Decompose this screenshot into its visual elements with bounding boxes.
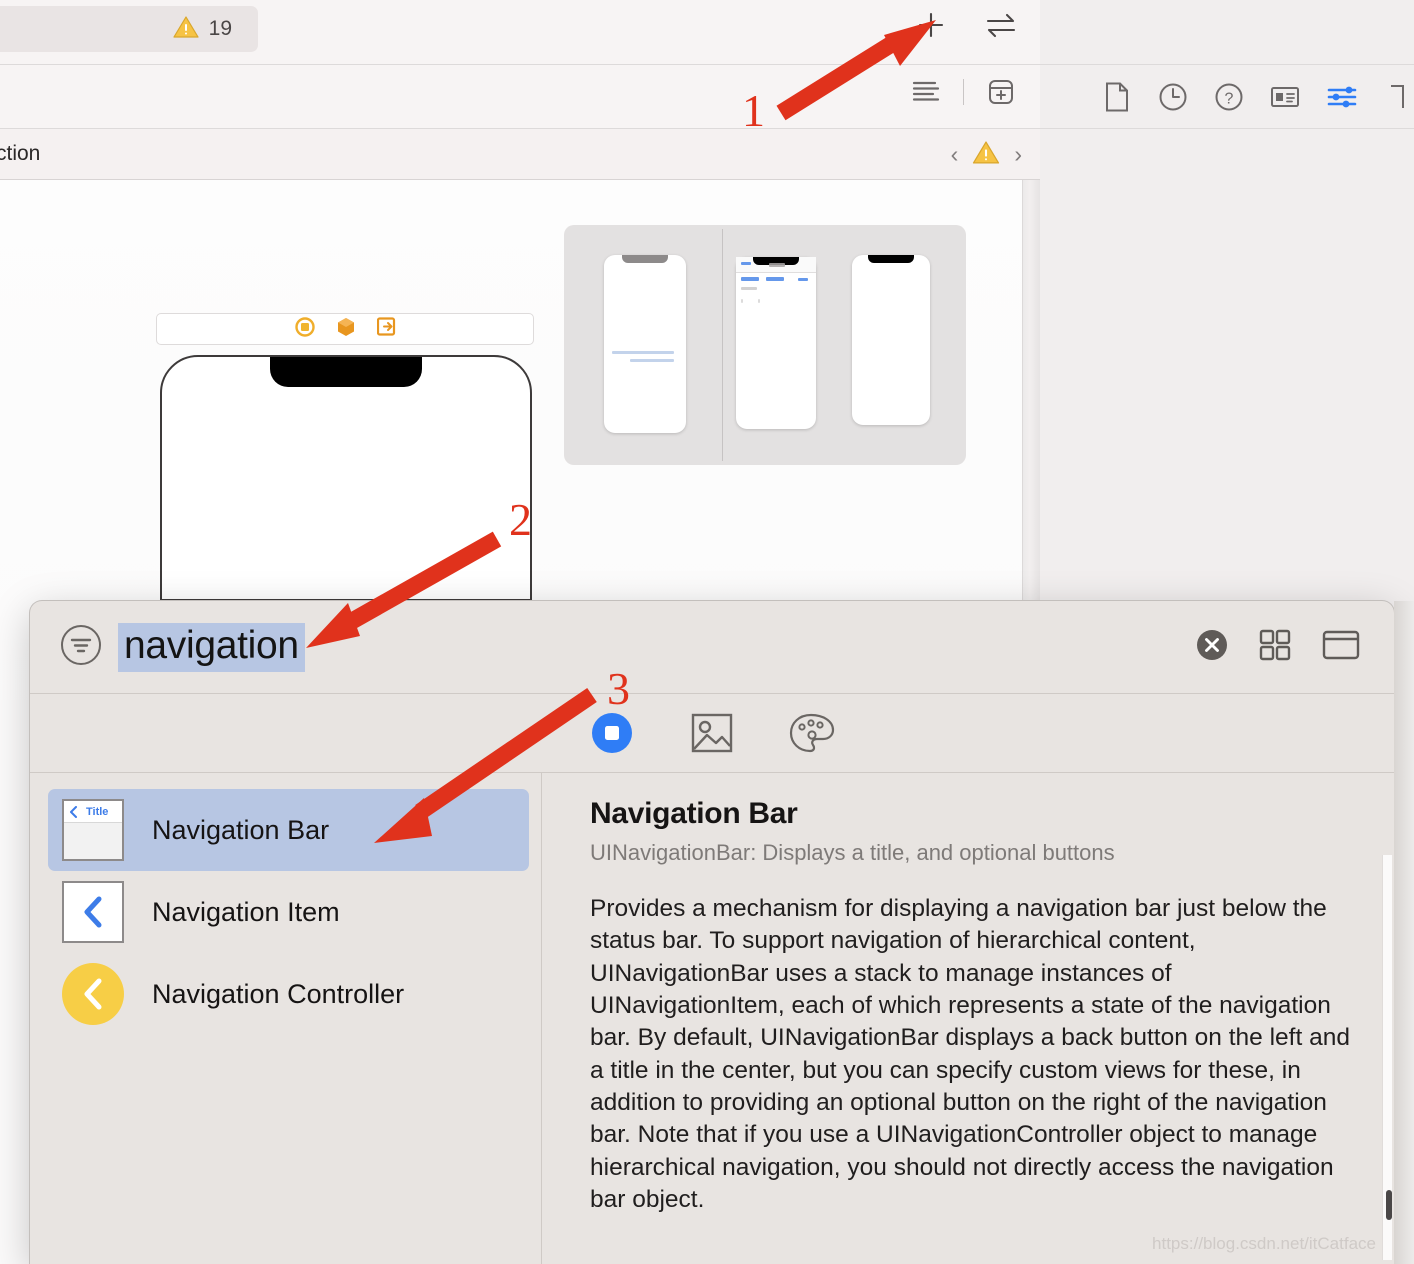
detail-scrollbar[interactable] — [1382, 855, 1392, 1260]
device-notch — [868, 255, 914, 263]
inspector-tab-history[interactable] — [1158, 80, 1188, 114]
placeholder-text — [741, 277, 759, 281]
placeholder-text — [630, 359, 674, 362]
placeholder-text — [741, 299, 743, 303]
toolbar-actions — [914, 8, 1018, 42]
placeholder-text — [741, 262, 751, 265]
detail-body: Provides a mechanism for displaying a na… — [590, 895, 1350, 1213]
library-header: navigation — [30, 601, 1394, 694]
chevron-left-icon — [84, 978, 102, 1010]
swap-arrows-icon[interactable] — [984, 8, 1018, 42]
placeholder-text — [769, 263, 785, 267]
library-header-actions — [1196, 601, 1360, 694]
inspector-top-spacer — [1040, 0, 1414, 65]
list-item-label: Navigation Controller — [152, 978, 405, 1009]
navigation-controller-thumb — [62, 963, 124, 1025]
app-window: 19 ction ‹ › ? navigation Title Navigati… — [0, 0, 1414, 1264]
library-item-list[interactable]: Title Navigation Bar Navigation Item Nav… — [30, 773, 542, 1264]
detail-subtitle: UINavigationBar: Displays a title, and o… — [590, 840, 1115, 865]
list-item-label: Navigation Bar — [152, 814, 330, 845]
search-input[interactable]: navigation — [118, 622, 305, 672]
toolbar-divider — [963, 79, 964, 105]
inspector-tab-attributes[interactable] — [1326, 80, 1358, 114]
library-detail-panel: Navigation Bar UINavigationBar: Displays… — [542, 773, 1394, 1264]
detail-title: Navigation Bar — [590, 797, 798, 830]
add-button[interactable] — [914, 8, 948, 42]
list-item[interactable]: Navigation Item — [48, 871, 529, 953]
svg-text:?: ? — [1225, 91, 1234, 108]
chevron-right-icon[interactable]: › — [1014, 141, 1022, 168]
left-panel-sliver — [0, 700, 30, 1264]
inspector-tab-size[interactable] — [1384, 80, 1414, 114]
thumb-title: Title — [86, 805, 109, 818]
annotation-number-1: 1 — [742, 85, 765, 136]
placeholder-text — [766, 277, 784, 281]
jump-bar[interactable]: ction ‹ › — [0, 129, 1040, 180]
library-right-edge — [1394, 601, 1414, 1264]
chevron-left-icon — [70, 805, 77, 818]
library-popup[interactable]: navigation Title Navigation Bar Navigati… — [30, 601, 1394, 1264]
scrollbar-thumb[interactable] — [1386, 1190, 1392, 1220]
warning-count: 19 — [208, 17, 232, 40]
preview-divider — [722, 229, 723, 461]
filter-icon[interactable] — [60, 624, 102, 671]
watermark: https://blog.csdn.net/itCatface — [1152, 1234, 1376, 1253]
list-item[interactable]: Title Navigation Bar — [48, 789, 529, 871]
library-tab-media[interactable] — [686, 707, 738, 759]
chevron-left-icon — [84, 896, 102, 928]
exit-segue-icon[interactable] — [376, 317, 396, 341]
first-responder-cube-icon[interactable] — [337, 317, 355, 342]
placeholder-text — [612, 351, 674, 354]
placeholder-text — [798, 278, 808, 281]
canvas-toolbar-actions — [909, 75, 1018, 109]
navigation-item-thumb — [62, 881, 124, 943]
chevron-left-icon[interactable]: ‹ — [951, 141, 959, 168]
preview-phone-3[interactable] — [852, 255, 930, 425]
list-item-label: Navigation Item — [152, 896, 340, 927]
placeholder-text — [758, 299, 760, 303]
annotation-number-2: 2 — [509, 494, 532, 545]
status-bar-pill[interactable]: 19 — [0, 6, 258, 52]
view-controller-circle-icon[interactable] — [294, 316, 315, 342]
canvas-toolbar — [0, 65, 1040, 129]
jump-bar-nav: ‹ › — [951, 129, 1022, 180]
scene-dock[interactable] — [156, 313, 534, 345]
inspector-tab-quick-help[interactable]: ? — [1214, 80, 1244, 114]
top-toolbar: 19 — [0, 0, 1040, 65]
library-tab-bar — [30, 694, 1394, 773]
inspector-tab-identity[interactable] — [1270, 80, 1300, 114]
preview-phone-2[interactable] — [736, 257, 816, 429]
close-circle-icon[interactable] — [1196, 629, 1228, 666]
preview-phone-1[interactable] — [604, 255, 686, 433]
list-item[interactable]: Navigation Controller — [48, 953, 529, 1035]
placeholder-text — [741, 287, 757, 290]
device-notch — [270, 357, 422, 387]
embed-in-box-icon[interactable] — [984, 75, 1018, 109]
panel-icon[interactable] — [1322, 629, 1360, 666]
warning-triangle-icon[interactable] — [972, 140, 1000, 170]
warning-triangle-icon — [173, 15, 199, 44]
align-lines-icon[interactable] — [909, 75, 943, 109]
annotation-number-3: 3 — [607, 663, 630, 714]
library-body: Title Navigation Bar Navigation Item Nav… — [30, 773, 1394, 1264]
inspector-tab-bar: ? — [1040, 66, 1414, 129]
iphone-canvas-preview[interactable] — [160, 355, 532, 601]
navigation-bar-thumb: Title — [62, 799, 124, 861]
grid-icon[interactable] — [1258, 628, 1292, 667]
device-notch — [622, 255, 668, 263]
device-preview-panel[interactable] — [564, 225, 966, 465]
breadcrumb[interactable]: ction — [0, 142, 40, 166]
library-tab-color[interactable] — [786, 707, 838, 759]
inspector-tab-file[interactable] — [1102, 80, 1132, 114]
